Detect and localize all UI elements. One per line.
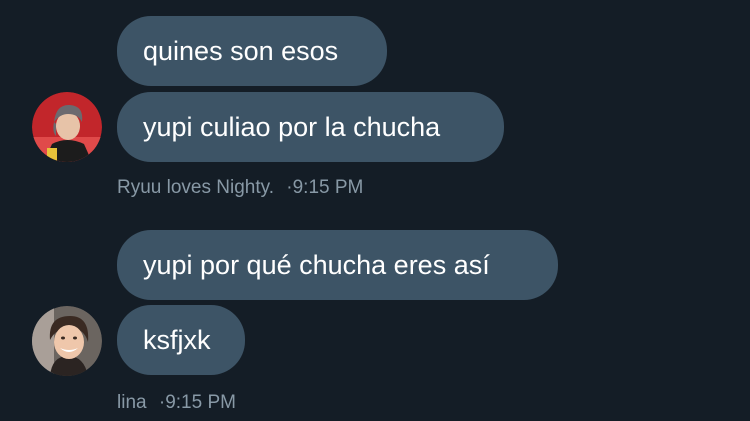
message-meta: Ryuu loves Nighty. ·9:15 PM bbox=[117, 177, 363, 199]
message-time: 9:15 PM bbox=[292, 177, 364, 198]
sender-name[interactable]: Ryuu loves Nighty. bbox=[117, 177, 274, 198]
message-time: 9:15 PM bbox=[165, 392, 236, 413]
message-bubble[interactable]: quines son esos bbox=[117, 16, 387, 86]
message-text: ksfjxk bbox=[143, 324, 211, 355]
message-text: quines son esos bbox=[143, 35, 339, 66]
sender-avatar[interactable] bbox=[32, 92, 102, 162]
dm-conversation: quines son esos yupi culiao por la chuch… bbox=[0, 0, 750, 421]
user-avatar-smiling-icon bbox=[32, 306, 102, 376]
message-meta: lina ·9:15 PM bbox=[117, 392, 236, 414]
message-bubble[interactable]: yupi culiao por la chucha bbox=[117, 92, 504, 162]
sender-name[interactable]: lina bbox=[117, 392, 147, 413]
message-text: yupi culiao por la chucha bbox=[143, 111, 441, 142]
sender-avatar[interactable] bbox=[32, 306, 102, 376]
message-bubble[interactable]: yupi por qué chucha eres así bbox=[117, 230, 558, 300]
message-bubble[interactable]: ksfjxk bbox=[117, 305, 245, 375]
user-avatar-red-icon bbox=[32, 92, 102, 162]
message-text: yupi por qué chucha eres así bbox=[143, 249, 490, 280]
